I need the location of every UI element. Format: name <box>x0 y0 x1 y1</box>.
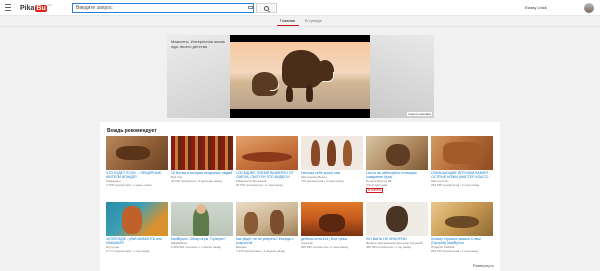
video-card[interactable]: почему страшно мамою Слэш! (Гастрей) Mad… <box>431 202 493 253</box>
video-meta: 7 239 просмотров • 4 недели назад <box>236 249 285 253</box>
video-title[interactable]: Охота на саблезубых в пещере (ожирение К… <box>366 171 428 179</box>
video-title[interactable]: ЧЕЛЛЕНДЖ - убей МАМОНТА или НАКАЖИ!!! <box>106 237 168 245</box>
video-title[interactable]: ОЗНАЧАЮЩИЕ ИГРУШКИ КАМНЯ ОСТРЫЕ НОЖИ (МА… <box>431 171 493 179</box>
menu-icon[interactable] <box>5 4 11 11</box>
video-meta: 66 670 просмотров • 2 года назад <box>236 183 283 187</box>
video-card[interactable]: Наточка себе копье сам Мастерская Вьюги … <box>301 136 363 183</box>
live-badge: В ЭФИРЕ <box>366 188 384 193</box>
logo-badge: Bu <box>35 4 47 12</box>
video-title[interactable]: почему страшно мамою Слэш! (Гастрей) Mad… <box>431 237 493 245</box>
section-title: Вождь рекомендует <box>107 128 157 134</box>
video-thumbnail[interactable] <box>106 202 168 236</box>
recommended-section: Вождь рекомендует ЧТО БУДЕТ ЕСЛИ ... ПЕЩ… <box>100 122 500 271</box>
keyboard-icon[interactable] <box>248 6 253 9</box>
video-card[interactable]: дебилы огня #14 | Вся тупка Хорский 960 … <box>301 202 363 249</box>
video-meta: 200 700 просмотров • 1 год назад <box>431 249 478 253</box>
search-input[interactable] <box>72 3 254 13</box>
video-meta: 3 512 зрителей <box>366 183 388 187</box>
video-thumbnail[interactable] <box>366 202 428 236</box>
video-card[interactable]: 10 Битвы в истории пещерных людей Бой То… <box>171 136 233 183</box>
video-card[interactable]: ЧЕЛЛЕНДЖ - убей МАМОНТА или НАКАЖИ!!! Ну… <box>106 202 168 253</box>
video-thumbnail[interactable] <box>301 202 363 236</box>
expand-button[interactable]: Развернуть <box>473 263 494 268</box>
video-thumbnail[interactable] <box>431 136 493 170</box>
video-thumbnail[interactable] <box>431 202 493 236</box>
avatar[interactable] <box>584 3 594 13</box>
logo-region: CA <box>47 3 52 7</box>
video-thumbnail[interactable] <box>171 202 233 236</box>
user-name[interactable]: Elaray Lhick <box>525 5 547 10</box>
video-title[interactable]: СОСЕДНЕЕ ПЛЕМЯ ВЫМЕРЛО ОТ СМЕХА, СМОТРИ … <box>236 171 298 179</box>
hide-ad-button[interactable]: Скрыть рекламу <box>407 112 432 116</box>
search-icon <box>264 5 269 11</box>
tab-trending[interactable]: В тренде <box>305 18 322 23</box>
video-card[interactable]: СОСЕДНЕЕ ПЛЕМЯ ВЫМЕРЛО ОТ СМЕХА, СМОТРИ … <box>236 136 298 187</box>
video-thumbnail[interactable] <box>236 202 298 236</box>
tabs-divider <box>0 26 600 27</box>
tab-main[interactable]: Главная <box>280 18 295 23</box>
video-thumbnail[interactable] <box>366 136 428 170</box>
video-meta: 4 756 просмотров • 1 день назад <box>106 183 152 187</box>
banner-background-right <box>368 35 434 118</box>
ad-banner[interactable]: Мамонты. Интересная жизнь еды твоего дет… <box>167 35 434 118</box>
top-bar: Pika Bu CA Elaray Lhick <box>0 0 600 16</box>
video-meta: 3 266 021 просмотр • 1 месяц назад <box>171 245 222 249</box>
site-logo[interactable]: Pika Bu CA <box>20 3 52 13</box>
search-button[interactable] <box>256 3 277 13</box>
video-meta: 234 025 просмотров • 2 года назад <box>431 183 480 187</box>
video-card[interactable]: Охота на саблезубых в пещере (ожирение К… <box>366 136 428 193</box>
video-card[interactable]: Как уйдёт ли не умереть? Беседа с старос… <box>236 202 298 253</box>
banner-text: Мамонты. Интересная жизнь еды твоего дет… <box>171 39 226 49</box>
video-card[interactable]: ЧТО БУДЕТ ЕСЛИ ... ПЕЩЕРНЫЕ ЖИТЕЛИ ВОЖДЯ… <box>106 136 168 187</box>
video-thumbnail[interactable] <box>236 136 298 170</box>
video-title[interactable]: ЧТО БУДЕТ ЕСЛИ ... ПЕЩЕРНЫЕ ЖИТЕЛИ ВОЖДЯ… <box>106 171 168 179</box>
video-meta: 46 002 просмотра • 9 месяцев назад <box>171 179 222 183</box>
video-thumbnail[interactable] <box>106 136 168 170</box>
video-thumbnail[interactable] <box>171 136 233 170</box>
video-card[interactable]: ОЗНАЧАЮЩИЕ ИГРУШКИ КАМНЯ ОСТРЫЕ НОЖИ (МА… <box>431 136 493 187</box>
video-meta: 456 303 просмотра • 1 год назад <box>366 245 412 249</box>
video-meta: 770 просмотров • 3 года назад <box>301 179 344 183</box>
video-meta: 960 633 просмотра • 2 года назад <box>301 245 348 249</box>
video-card[interactable]: ЛЮ ВАНЬ НЕ ИНКОРИК! Фанаты дисгармонии А… <box>366 202 428 249</box>
video-title[interactable]: Как уйдёт ли не умереть? Беседа с старос… <box>236 237 298 245</box>
logo-text: Pika <box>20 4 35 12</box>
banner-video[interactable] <box>230 35 370 118</box>
video-thumbnail[interactable] <box>301 136 363 170</box>
mammoth-image <box>230 42 370 109</box>
video-card[interactable]: MadByson. Обзор игры "Суперон" МадБайсон… <box>171 202 233 249</box>
video-meta: 6 777 просмотров • 1 год назад <box>106 249 150 253</box>
